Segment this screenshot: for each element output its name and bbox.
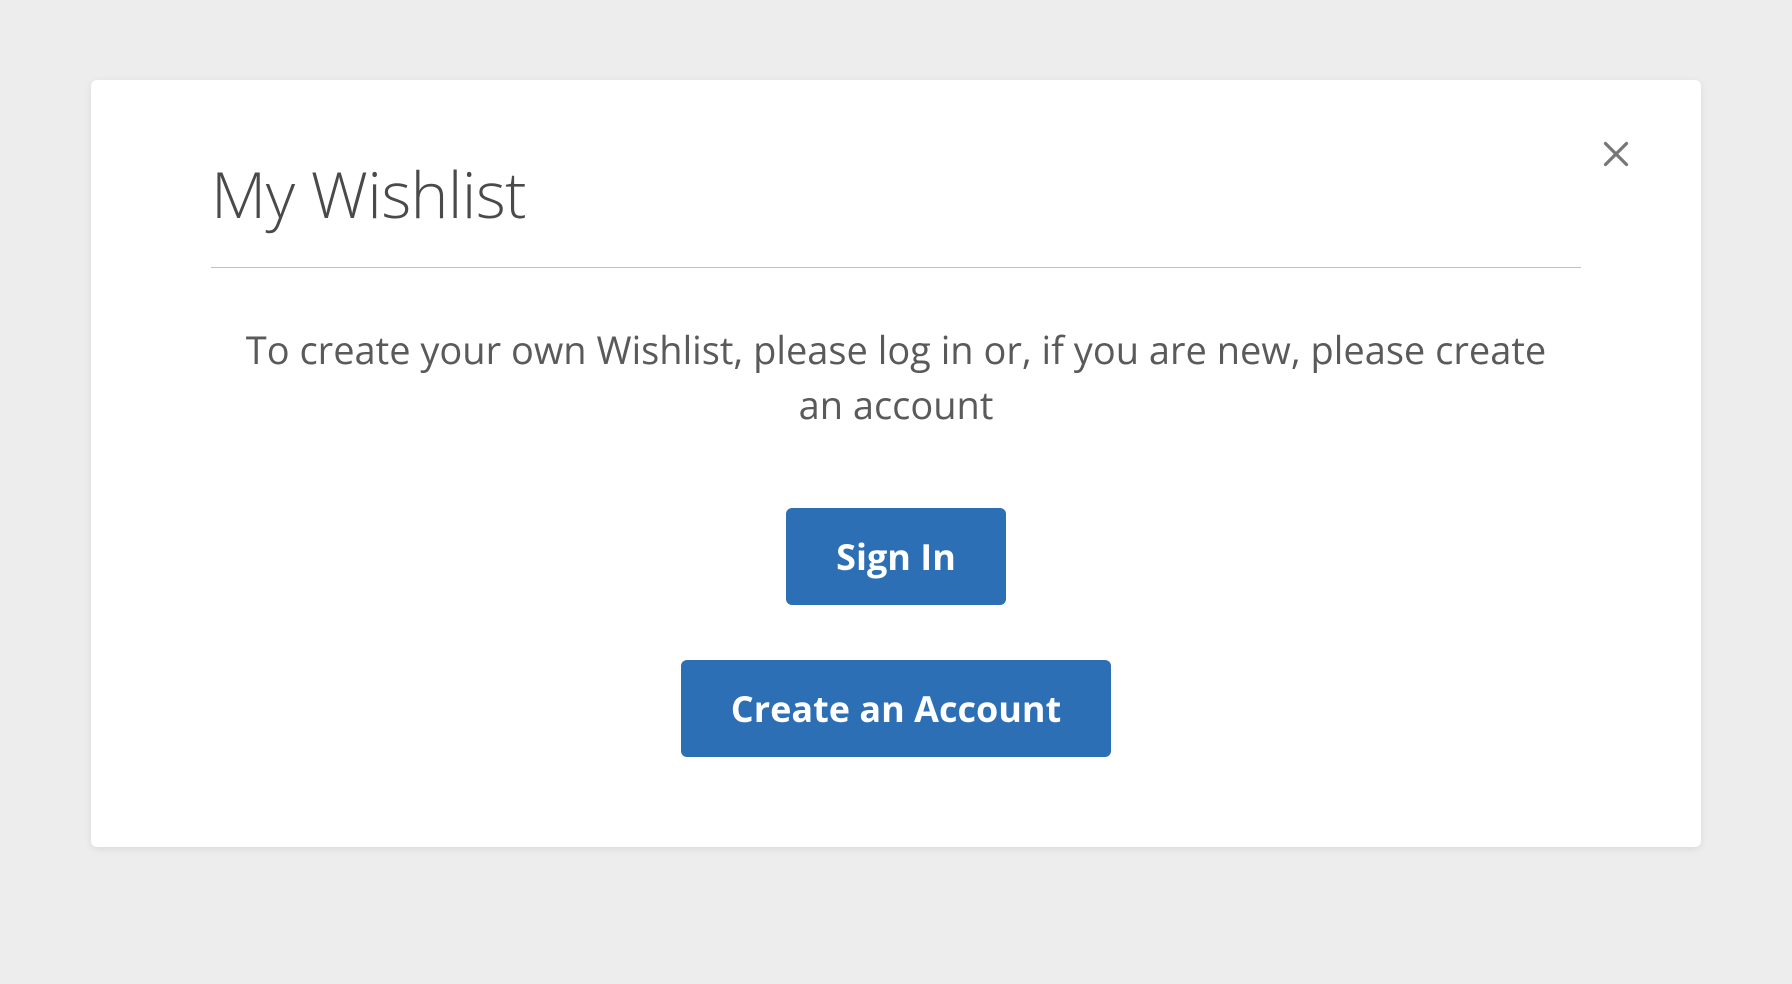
create-account-button[interactable]: Create an Account [681,660,1111,757]
button-group: Sign In Create an Account [211,508,1581,757]
divider [211,267,1581,268]
modal-description: To create your own Wishlist, please log … [211,323,1581,433]
sign-in-button[interactable]: Sign In [786,508,1006,605]
close-button[interactable] [1591,130,1641,180]
modal-title: My Wishlist [211,150,1581,237]
wishlist-modal: My Wishlist To create your own Wishlist,… [91,80,1701,847]
close-icon [1598,136,1634,175]
